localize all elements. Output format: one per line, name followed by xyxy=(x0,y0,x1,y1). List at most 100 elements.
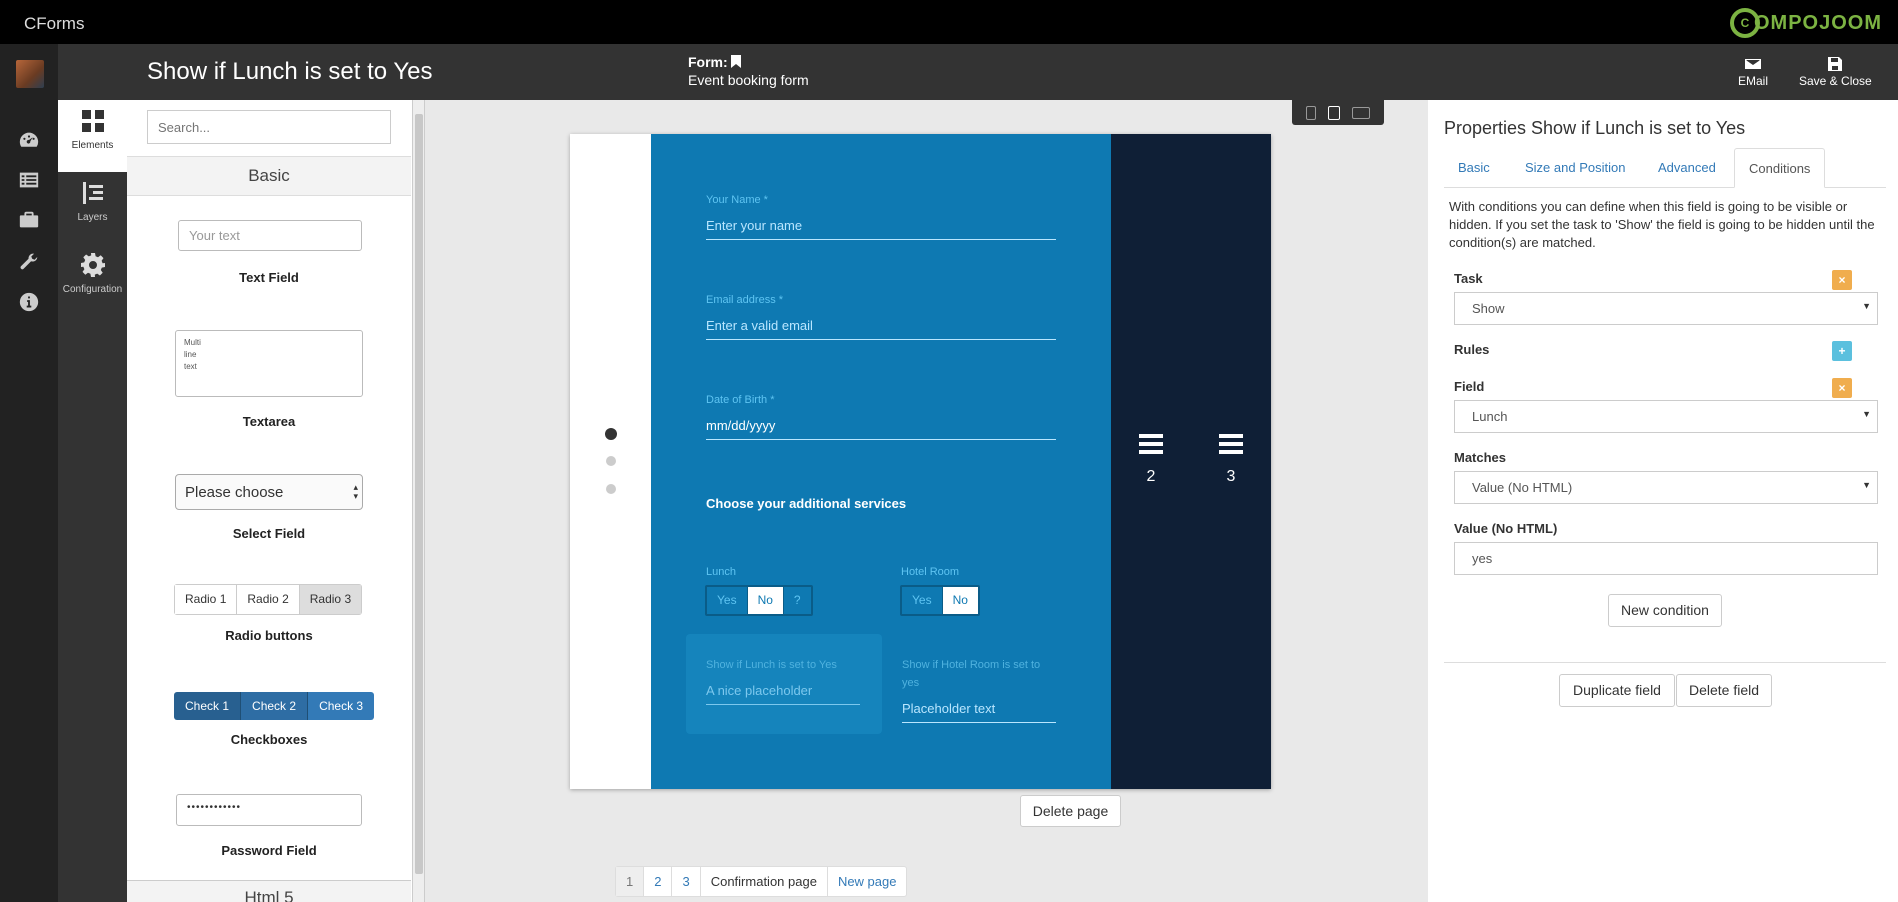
rules-label: Rules xyxy=(1454,342,1490,357)
save-close-button[interactable]: Save & Close xyxy=(1799,56,1872,88)
services-heading: Choose your additional services xyxy=(706,496,907,511)
brand-logo[interactable]: C OMPOJOOM xyxy=(1729,8,1882,38)
tab-configuration[interactable]: Configuration xyxy=(58,244,127,316)
properties-title: Properties Show if Lunch is set to Yes xyxy=(1444,118,1746,138)
info-icon[interactable] xyxy=(0,284,58,320)
textarea-line: line xyxy=(184,350,197,359)
checkboxes-title: Checkboxes xyxy=(230,732,308,747)
section-basic[interactable]: Basic xyxy=(127,156,411,196)
form-label: Form: xyxy=(688,54,728,70)
tab-elements-label: Elements xyxy=(71,140,114,151)
properties-tabs: Basic Size and Position Advanced Conditi… xyxy=(1444,148,1886,188)
hotel-toggle: Yes No xyxy=(900,585,980,616)
properties-panel: Properties Show if Lunch is set to Yes B… xyxy=(1428,100,1898,902)
page-dot[interactable] xyxy=(606,484,616,494)
delete-field-button[interactable]: Delete field xyxy=(1676,674,1772,707)
tab-layers[interactable]: Layers xyxy=(58,172,127,244)
remove-rule-button[interactable]: × xyxy=(1832,378,1852,398)
save-icon xyxy=(1828,57,1843,71)
lunch-option-yes[interactable]: Yes xyxy=(707,587,748,614)
checkbox-option[interactable]: Check 1 xyxy=(174,692,242,720)
page-link[interactable]: 2 xyxy=(644,867,673,896)
hotel-option-yes[interactable]: Yes xyxy=(902,587,943,614)
tab-advanced[interactable]: Advanced xyxy=(1644,148,1730,188)
page-tab-3[interactable]: 3 xyxy=(1211,434,1251,486)
forms-icon[interactable] xyxy=(0,162,58,198)
matches-select-value: Value (No HTML) xyxy=(1472,480,1573,495)
lunch-option-unknown[interactable]: ? xyxy=(783,587,811,614)
cond-hotel-input[interactable]: Placeholder text xyxy=(902,701,1056,723)
password-field-title: Password Field xyxy=(221,843,317,858)
page-pagination: 1 2 3 Confirmation page New page xyxy=(615,866,908,897)
tab-size-position[interactable]: Size and Position xyxy=(1511,148,1639,188)
tab-elements[interactable]: Elements xyxy=(58,100,127,172)
email-button[interactable]: EMail xyxy=(1738,56,1768,88)
cond-hotel-label-line2: yes xyxy=(902,677,920,689)
page-tabs-panel: 2 3 xyxy=(1111,134,1271,789)
radio-option-selected[interactable]: Radio 3 xyxy=(299,585,362,614)
form-name: Event booking form xyxy=(688,72,809,88)
page-link[interactable]: 1 xyxy=(616,867,645,896)
desktop-icon[interactable] xyxy=(1352,106,1370,119)
add-rule-button[interactable]: + xyxy=(1832,341,1852,361)
radio-option[interactable]: Radio 2 xyxy=(237,585,300,614)
page-tab-2[interactable]: 2 xyxy=(1131,434,1171,486)
matches-select[interactable]: Value (No HTML) ▼ xyxy=(1454,471,1878,504)
hotel-label: Hotel Room xyxy=(901,566,960,578)
search-input[interactable] xyxy=(147,110,391,144)
name-input[interactable]: Enter your name xyxy=(706,218,1056,240)
tab-conditions[interactable]: Conditions xyxy=(1734,148,1826,188)
select-field-sample[interactable]: Please choose ▴ ▾ xyxy=(175,474,363,510)
page-link[interactable]: 3 xyxy=(672,867,701,896)
briefcase-icon[interactable] xyxy=(0,202,58,238)
cond-lunch-input[interactable]: A nice placeholder xyxy=(706,683,860,705)
field-select[interactable]: Lunch ▼ xyxy=(1454,400,1878,433)
editor-header: Show if Lunch is set to Yes Form: Event … xyxy=(58,44,1898,100)
tablet-icon[interactable] xyxy=(1328,105,1340,120)
radio-option[interactable]: Radio 1 xyxy=(175,585,238,614)
app-name[interactable]: CForms xyxy=(24,14,84,34)
page-dot[interactable] xyxy=(606,456,616,466)
scrollbar-thumb[interactable] xyxy=(415,114,423,874)
duplicate-field-button[interactable]: Duplicate field xyxy=(1559,674,1675,707)
name-label: Your Name * xyxy=(706,194,768,206)
menu-icon xyxy=(1219,434,1243,454)
wrench-icon[interactable] xyxy=(0,244,58,280)
task-select[interactable]: Show ▼ xyxy=(1454,292,1878,325)
dob-input[interactable]: mm/dd/yyyy xyxy=(706,418,1056,440)
lunch-option-no[interactable]: No xyxy=(747,587,784,614)
remove-task-button[interactable]: × xyxy=(1832,270,1852,290)
email-button-label: EMail xyxy=(1738,74,1769,88)
task-select-value: Show xyxy=(1472,301,1505,316)
section-html5[interactable]: Html 5 xyxy=(127,880,411,902)
confirmation-page-link[interactable]: Confirmation page xyxy=(701,867,828,896)
password-field-sample[interactable]: •••••••••••• xyxy=(176,794,362,826)
checkbox-option[interactable]: Check 2 xyxy=(241,692,309,720)
hotel-option-no[interactable]: No xyxy=(942,587,978,614)
conditions-description: With conditions you can define when this… xyxy=(1449,199,1875,250)
avatar[interactable] xyxy=(16,60,44,88)
value-input[interactable]: yes xyxy=(1454,542,1878,575)
mobile-icon[interactable] xyxy=(1306,105,1316,120)
checkbox-option[interactable]: Check 3 xyxy=(308,692,375,720)
email-input[interactable]: Enter a valid email xyxy=(706,318,1056,340)
page-dot-active[interactable] xyxy=(605,428,617,440)
textarea-sample[interactable]: Multi line text xyxy=(175,330,363,397)
top-bar: CForms C OMPOJOOM xyxy=(0,0,1898,44)
tab-basic[interactable]: Basic xyxy=(1444,148,1504,188)
chevron-updown-icon: ▴ ▾ xyxy=(353,482,358,501)
text-field-sample[interactable]: Your text xyxy=(178,220,362,251)
elements-scrollbar[interactable] xyxy=(413,100,425,902)
delete-page-button[interactable]: Delete page xyxy=(1020,795,1121,827)
new-condition-button[interactable]: New condition xyxy=(1608,594,1722,627)
bookmark-icon xyxy=(731,55,742,68)
main-nav-strip xyxy=(0,44,58,902)
dob-label: Date of Birth * xyxy=(706,394,775,406)
value-label: Value (No HTML) xyxy=(1454,521,1558,536)
brand-logo-text: OMPOJOOM xyxy=(1753,11,1882,34)
dashboard-icon[interactable] xyxy=(0,122,58,158)
page-tab-number: 3 xyxy=(1226,468,1236,485)
new-page-link[interactable]: New page xyxy=(828,867,907,896)
lunch-label: Lunch xyxy=(706,566,736,578)
device-switcher xyxy=(1292,100,1384,125)
